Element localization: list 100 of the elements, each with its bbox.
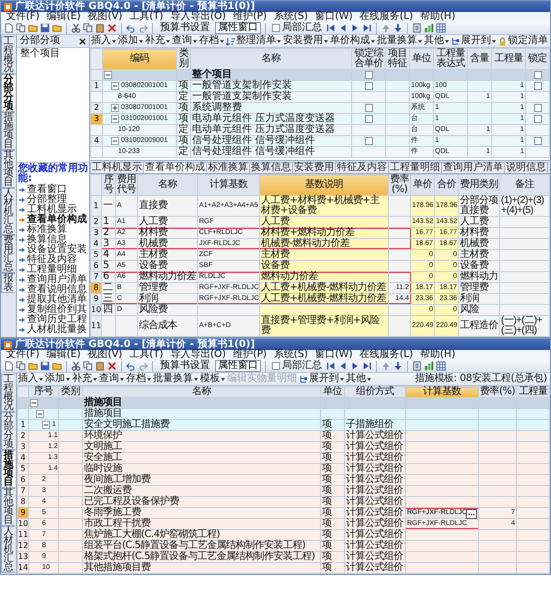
row-header[interactable]: 8 bbox=[18, 496, 28, 508]
menu-item[interactable]: 帮助(H) bbox=[417, 12, 458, 22]
row-header[interactable]: 1 bbox=[18, 420, 28, 430]
column-header[interactable]: 单位 bbox=[320, 386, 344, 398]
ribbon-button[interactable]: 存档 bbox=[198, 36, 225, 46]
column-header[interactable]: 名称 bbox=[82, 386, 320, 398]
ribbon-button[interactable]: 批量换算 bbox=[376, 36, 423, 46]
menu-item[interactable]: 窗口(W) bbox=[312, 350, 356, 360]
ribbon-button[interactable]: 整理清单 bbox=[225, 36, 282, 46]
menu-item[interactable]: 编辑(E) bbox=[44, 350, 84, 360]
save-icon[interactable] bbox=[40, 361, 50, 371]
minus-box-icon[interactable] bbox=[36, 410, 44, 418]
cut-icon[interactable] bbox=[71, 361, 81, 371]
row-header[interactable]: 4 bbox=[90, 136, 102, 146]
row-header[interactable]: 9 bbox=[90, 294, 102, 304]
ribbon-button[interactable]: 锁定清单 bbox=[497, 36, 549, 46]
chart-icon[interactable] bbox=[424, 361, 434, 371]
paste-icon[interactable] bbox=[95, 23, 105, 33]
ribbon-button[interactable]: 补充 bbox=[144, 36, 171, 46]
lock-price-checkbox[interactable] bbox=[364, 104, 372, 112]
column-header[interactable]: 单位 bbox=[410, 48, 434, 70]
menu-item[interactable]: 在线服务(L) bbox=[356, 12, 416, 22]
row-header[interactable]: 8 bbox=[90, 282, 102, 294]
ribbon-button[interactable]: 展开到 bbox=[450, 36, 497, 46]
column-header[interactable]: 费用代号 bbox=[116, 174, 138, 196]
document-icon[interactable] bbox=[412, 23, 422, 33]
row-header[interactable]: 2 bbox=[18, 430, 28, 442]
row-header[interactable]: 1 bbox=[90, 196, 102, 216]
row-header[interactable]: 1 bbox=[90, 80, 102, 92]
menu-item[interactable]: 系统(S) bbox=[270, 350, 311, 360]
document-icon[interactable] bbox=[412, 361, 422, 371]
side-tab[interactable]: 工程概况 bbox=[1, 374, 15, 412]
row-header[interactable]: 10 bbox=[18, 518, 28, 530]
favorite-item[interactable]: 人材机批量换 bbox=[18, 325, 87, 335]
detail-tab[interactable]: 安装费用 bbox=[292, 162, 336, 173]
row-header[interactable]: 3 bbox=[90, 114, 102, 124]
ribbon-button[interactable]: 插入 bbox=[17, 374, 44, 384]
grid-icon[interactable] bbox=[436, 361, 446, 371]
lock-checkbox[interactable] bbox=[534, 71, 542, 79]
last-icon[interactable] bbox=[362, 23, 372, 33]
favorite-item[interactable]: 查看说明信息 bbox=[18, 285, 87, 295]
row-header[interactable]: 5 bbox=[18, 464, 28, 474]
side-tab[interactable]: 分部分项 bbox=[1, 74, 15, 112]
column-header[interactable]: 编码 bbox=[102, 48, 176, 70]
lock-checkbox[interactable] bbox=[534, 137, 542, 145]
minus-box-icon[interactable] bbox=[111, 82, 119, 90]
column-header[interactable]: 锁定综合单价 bbox=[352, 48, 386, 70]
row-header[interactable]: 3 bbox=[90, 228, 102, 238]
favorite-item[interactable]: 查看单价构成 bbox=[18, 215, 87, 225]
ribbon-button[interactable]: 插入 bbox=[90, 36, 117, 46]
favorite-item[interactable]: 特征及内容 bbox=[18, 255, 77, 265]
favorite-item[interactable]: 设备设置安装 bbox=[18, 245, 87, 255]
local-summary-checkbox[interactable]: 局部汇总 bbox=[270, 23, 324, 33]
down-arrow-icon[interactable] bbox=[393, 23, 403, 33]
copy-icon[interactable] bbox=[83, 23, 93, 33]
copy-icon[interactable] bbox=[16, 23, 26, 33]
column-header[interactable]: 费用类别 bbox=[458, 174, 500, 196]
row-header[interactable]: 6 bbox=[90, 260, 102, 272]
detail-tab[interactable]: 标准换算 bbox=[206, 162, 250, 173]
detail-tab[interactable]: 工程量明细 bbox=[388, 162, 442, 173]
ribbon-button[interactable]: 模板 bbox=[199, 374, 226, 384]
minus-box-icon[interactable] bbox=[30, 399, 38, 407]
toolbar-button[interactable]: 属性窗口 bbox=[215, 22, 261, 34]
more-button[interactable] bbox=[466, 509, 477, 519]
favorite-item[interactable]: 标准换算 bbox=[18, 225, 67, 235]
side-tab[interactable]: 其他项目 bbox=[1, 150, 15, 188]
close-icon[interactable] bbox=[79, 38, 86, 44]
down-arrow-icon[interactable] bbox=[393, 361, 403, 371]
menu-item[interactable]: 编辑(E) bbox=[44, 12, 84, 22]
lock-checkbox[interactable] bbox=[534, 82, 542, 90]
column-header[interactable]: 费率(%) bbox=[478, 386, 516, 398]
minus-box-icon[interactable] bbox=[104, 71, 112, 79]
lock-checkbox[interactable] bbox=[534, 115, 542, 123]
menu-item[interactable]: 维护(P) bbox=[230, 12, 270, 22]
ribbon-button[interactable]: 添加 bbox=[117, 36, 144, 46]
row-header[interactable]: 2 bbox=[90, 216, 102, 228]
detail-tab[interactable]: 查询用户清单 bbox=[441, 162, 505, 173]
paste-icon[interactable] bbox=[95, 361, 105, 371]
redo-icon[interactable] bbox=[138, 23, 148, 33]
ribbon-button[interactable]: 单价构成 bbox=[329, 36, 376, 46]
column-header[interactable]: 序号 bbox=[102, 174, 116, 196]
save-icon[interactable] bbox=[40, 23, 50, 33]
menu-item[interactable]: 工具(T) bbox=[126, 350, 166, 360]
tree-item[interactable]: 整个项目 bbox=[19, 49, 61, 59]
column-header[interactable]: 基数说明 bbox=[260, 174, 388, 196]
detail-tab[interactable]: 说明信息 bbox=[504, 162, 548, 173]
column-header[interactable]: 工程量 bbox=[492, 48, 526, 70]
favorite-item[interactable]: 查询用户清单 bbox=[18, 275, 87, 285]
ribbon-button[interactable]: 查询 bbox=[171, 36, 198, 46]
side-tab[interactable]: 其他项目 bbox=[1, 488, 15, 526]
side-tab[interactable]: 报表 bbox=[1, 273, 15, 293]
minus-box-icon[interactable] bbox=[111, 137, 119, 145]
ribbon-button[interactable]: 批量换算 bbox=[152, 374, 199, 384]
menu-item[interactable]: 工具(T) bbox=[126, 12, 166, 22]
column-header[interactable]: 类别 bbox=[176, 48, 190, 70]
row-header[interactable]: 10 bbox=[90, 304, 102, 316]
row-header[interactable]: 13 bbox=[18, 552, 28, 562]
menu-item[interactable]: 文件(F) bbox=[3, 12, 43, 22]
first-icon[interactable] bbox=[326, 23, 336, 33]
row-header[interactable]: 11 bbox=[18, 530, 28, 540]
